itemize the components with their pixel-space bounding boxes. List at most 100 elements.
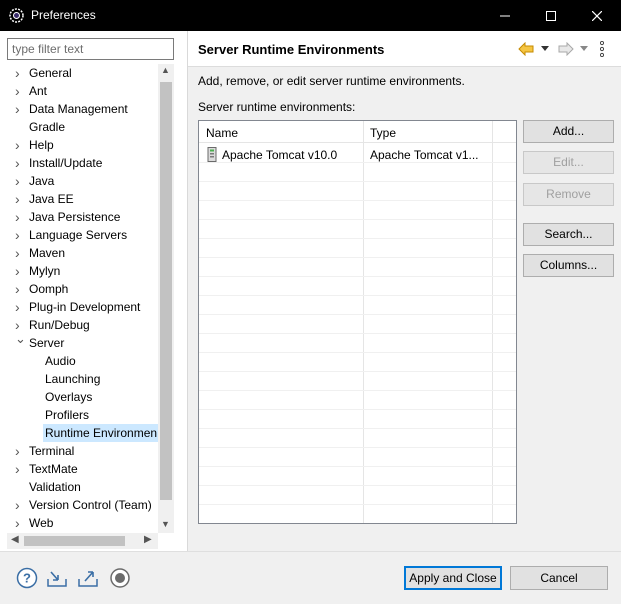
- tree-item[interactable]: Profilers: [7, 406, 158, 424]
- tree-item-label: Version Control (Team): [29, 498, 152, 512]
- tree-item[interactable]: › Mylyn: [7, 262, 158, 280]
- minimize-button[interactable]: [482, 0, 528, 31]
- tree-item-label: Mylyn: [29, 264, 61, 278]
- row-divider: [199, 219, 516, 220]
- tree-item-label: Ant: [29, 84, 48, 98]
- tree-item[interactable]: › Terminal: [7, 442, 158, 460]
- chevron-right-icon[interactable]: ›: [15, 496, 25, 514]
- help-icon[interactable]: ?: [16, 567, 38, 589]
- close-icon: [591, 10, 603, 22]
- tree-item-label: Java Persistence: [29, 210, 121, 224]
- chevron-right-icon[interactable]: ›: [15, 172, 25, 190]
- tree-item[interactable]: › General: [7, 64, 158, 82]
- chevron-right-icon[interactable]: ›: [15, 298, 25, 316]
- eclipse-app-icon: [9, 8, 24, 23]
- tree-item-label: Help: [29, 138, 54, 152]
- tree-item[interactable]: Validation: [7, 478, 158, 496]
- row-divider: [199, 485, 516, 486]
- window-title: Preferences: [31, 8, 96, 22]
- runtime-environments-table[interactable]: Name Type Apache Tomcat v10.0 Apache Tom…: [198, 120, 517, 524]
- column-header-name[interactable]: Name: [206, 126, 238, 140]
- tree-item-label: Web: [29, 516, 54, 530]
- scroll-right-icon[interactable]: ▶: [144, 534, 152, 545]
- row-divider: [199, 504, 516, 505]
- add-button[interactable]: Add...: [523, 120, 614, 143]
- tree-item[interactable]: › Run/Debug: [7, 316, 158, 334]
- tree-horizontal-scrollbar[interactable]: ◀ ▶: [7, 533, 158, 549]
- tree-item[interactable]: Launching: [7, 370, 158, 388]
- chevron-right-icon[interactable]: ›: [15, 280, 25, 298]
- tree-item[interactable]: ⌄ Server: [7, 331, 158, 352]
- maximize-button[interactable]: [528, 0, 574, 31]
- edit-button[interactable]: Edit...: [523, 151, 614, 174]
- tree-item[interactable]: › Version Control (Team): [7, 496, 158, 514]
- tree-item[interactable]: Gradle: [7, 118, 158, 136]
- forward-arrow-icon[interactable]: [558, 42, 574, 56]
- tree-item-label: Server: [29, 336, 65, 350]
- tree-item[interactable]: Audio: [7, 352, 158, 370]
- chevron-right-icon[interactable]: ›: [15, 82, 25, 100]
- tree-item[interactable]: › Java Persistence: [7, 208, 158, 226]
- chevron-right-icon[interactable]: ›: [15, 442, 25, 460]
- tree-item[interactable]: › Java: [7, 172, 158, 190]
- page-description: Add, remove, or edit server runtime envi…: [198, 74, 465, 88]
- tree-item[interactable]: › Language Servers: [7, 226, 158, 244]
- tree-item[interactable]: › Install/Update: [7, 154, 158, 172]
- chevron-right-icon[interactable]: ›: [15, 244, 25, 262]
- tree-item[interactable]: Overlays: [7, 388, 158, 406]
- back-arrow-icon[interactable]: [518, 42, 534, 56]
- tree-item[interactable]: Runtime Environmen: [7, 424, 158, 442]
- columns-button[interactable]: Columns...: [523, 254, 614, 277]
- cancel-button[interactable]: Cancel: [510, 566, 608, 590]
- remove-button[interactable]: Remove: [523, 183, 614, 206]
- chevron-right-icon[interactable]: ›: [15, 460, 25, 478]
- forward-dropdown-icon[interactable]: [580, 46, 588, 51]
- chevron-right-icon[interactable]: ›: [15, 100, 25, 118]
- tree-item[interactable]: › Java EE: [7, 190, 158, 208]
- page-title: Server Runtime Environments: [198, 42, 385, 57]
- tree-item-label: Launching: [45, 372, 101, 386]
- tree-item-label: Profilers: [45, 408, 90, 422]
- chevron-down-icon[interactable]: ⌄: [15, 330, 26, 348]
- tree-item[interactable]: › Data Management: [7, 100, 158, 118]
- chevron-right-icon[interactable]: ›: [15, 190, 25, 208]
- chevron-right-icon[interactable]: ›: [15, 64, 25, 82]
- tree-vertical-scrollbar[interactable]: ▲ ▼: [158, 64, 174, 533]
- tree-item[interactable]: › TextMate: [7, 460, 158, 478]
- tree-item[interactable]: › Web: [7, 514, 158, 532]
- chevron-right-icon[interactable]: ›: [15, 208, 25, 226]
- vertical-scroll-thumb[interactable]: [160, 82, 172, 500]
- row-divider: [199, 200, 516, 201]
- table-header: Name Type: [199, 121, 516, 143]
- maximize-icon: [546, 11, 556, 21]
- row-divider: [199, 276, 516, 277]
- tree-item[interactable]: › Help: [7, 136, 158, 154]
- filter-input[interactable]: [7, 38, 174, 60]
- back-dropdown-icon[interactable]: [541, 46, 549, 51]
- search-button[interactable]: Search...: [523, 223, 614, 246]
- chevron-right-icon[interactable]: ›: [15, 154, 25, 172]
- tree-item[interactable]: › Oomph: [7, 280, 158, 298]
- chevron-right-icon[interactable]: ›: [15, 262, 25, 280]
- tree-item-label: Gradle: [29, 120, 66, 134]
- tree-item-label: Language Servers: [29, 228, 128, 242]
- preference-page: Server Runtime Environments Add, remove,…: [188, 31, 621, 551]
- import-preferences-icon[interactable]: [46, 567, 68, 589]
- scroll-down-icon[interactable]: ▼: [161, 519, 170, 529]
- horizontal-scroll-thumb[interactable]: [24, 536, 125, 546]
- chevron-right-icon[interactable]: ›: [15, 226, 25, 244]
- view-menu-icon[interactable]: [600, 41, 604, 57]
- record-preferences-icon[interactable]: [109, 567, 131, 589]
- row-divider: [199, 409, 516, 410]
- close-button[interactable]: [574, 0, 620, 31]
- scroll-left-icon[interactable]: ◀: [11, 534, 19, 545]
- tree-item[interactable]: › Ant: [7, 82, 158, 100]
- scroll-up-icon[interactable]: ▲: [161, 65, 170, 75]
- chevron-right-icon[interactable]: ›: [15, 514, 25, 532]
- column-header-type[interactable]: Type: [370, 126, 396, 140]
- chevron-right-icon[interactable]: ›: [15, 136, 25, 154]
- tree-item[interactable]: › Plug-in Development: [7, 298, 158, 316]
- tree-item[interactable]: › Maven: [7, 244, 158, 262]
- apply-and-close-button[interactable]: Apply and Close: [404, 566, 502, 590]
- export-preferences-icon[interactable]: [77, 567, 99, 589]
